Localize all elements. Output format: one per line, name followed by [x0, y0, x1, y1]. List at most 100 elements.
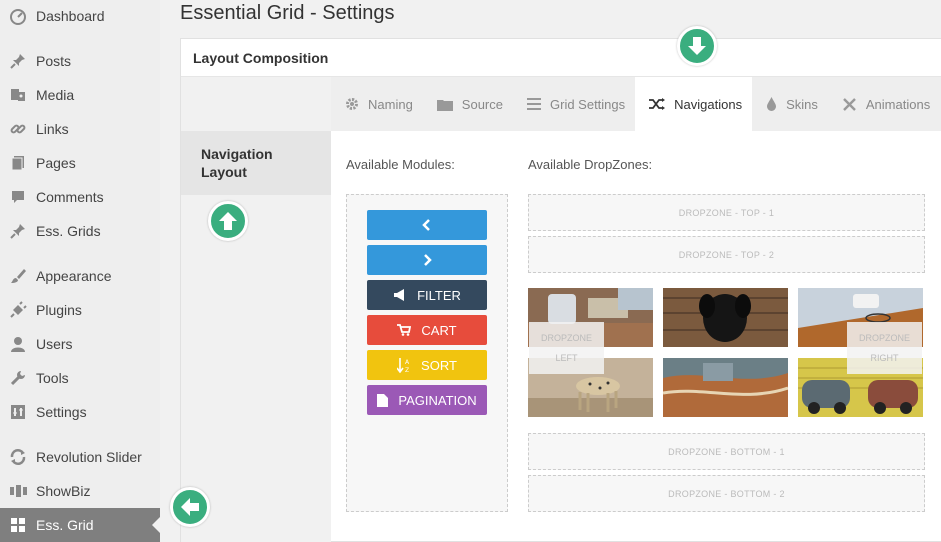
- available-dropzones-label: Available DropZones:: [528, 157, 653, 172]
- sidebar-item-label: Tools: [36, 370, 69, 386]
- sidebar-item-comments[interactable]: Comments: [0, 180, 160, 214]
- sidebar-item-dashboard[interactable]: Dashboard: [0, 0, 160, 33]
- preview-image-boat: [663, 358, 788, 417]
- dropzone-top-2[interactable]: DROPZONE - TOP - 2: [528, 236, 925, 273]
- gear-icon: [345, 97, 359, 111]
- arrow-up-icon: [208, 201, 248, 241]
- sidebar-item-settings[interactable]: Settings: [0, 395, 160, 429]
- tab-skins[interactable]: Skins: [752, 77, 828, 131]
- sidebar-item-label: Comments: [36, 189, 104, 205]
- dropzone-left[interactable]: DROPZONE LEFT: [529, 322, 604, 374]
- sidebar-item-label: Posts: [36, 53, 72, 69]
- module-next-button[interactable]: [367, 245, 487, 275]
- dashboard-icon: [8, 6, 28, 26]
- sidebar-item-ess-grid[interactable]: Ess. Grid: [0, 508, 160, 542]
- comment-icon: [8, 187, 28, 207]
- module-cart-button[interactable]: CART: [367, 315, 487, 345]
- folder-icon: [436, 98, 453, 111]
- module-sort-button[interactable]: AZ SORT: [367, 350, 487, 380]
- dropzone-right[interactable]: DROPZONE RIGHT: [847, 322, 922, 374]
- tab-navigations[interactable]: Navigations: [635, 77, 753, 131]
- chevron-right-icon: [422, 254, 432, 266]
- page-title: Essential Grid - Settings: [180, 2, 395, 24]
- module-label: PAGINATION: [398, 392, 477, 408]
- module-label: SORT: [421, 357, 457, 373]
- tab-label: Animations: [865, 96, 931, 112]
- module-pagination-button[interactable]: PAGINATION: [367, 385, 487, 415]
- modules-container: FILTER CART AZ SORT PAGINATION: [346, 194, 508, 512]
- sidebar-item-label: Ess. Grids: [36, 223, 101, 239]
- tab-label: Naming: [368, 96, 413, 112]
- shuffle-icon: [649, 98, 666, 110]
- sidebar-item-label: Pages: [36, 155, 76, 171]
- sidebar-item-pages[interactable]: Pages: [0, 146, 160, 180]
- tab-source[interactable]: Source: [423, 77, 513, 131]
- sidebar-item-label: Media: [36, 87, 75, 103]
- settings-section-list: Navigation Layout: [181, 77, 331, 542]
- dropzone-bottom-1[interactable]: DROPZONE - BOTTOM - 1: [528, 433, 925, 470]
- drop-icon: [766, 97, 777, 111]
- settings-tabs: Naming Source Grid Settings Navigations …: [331, 77, 941, 131]
- sort-alpha-icon: AZ: [397, 357, 411, 373]
- sidebar-item-posts[interactable]: Posts: [0, 44, 160, 78]
- sidebar-item-label: Settings: [36, 404, 87, 420]
- module-label: CART: [421, 322, 457, 338]
- pages-icon: [8, 153, 28, 173]
- tab-animations[interactable]: Animations: [828, 77, 940, 131]
- wrench-icon: [8, 368, 28, 388]
- sidebar-item-label: Links: [36, 121, 69, 137]
- dropzone-bottom-2[interactable]: DROPZONE - BOTTOM - 2: [528, 475, 925, 512]
- link-icon: [8, 119, 28, 139]
- sidebar-item-showbiz[interactable]: ShowBiz: [0, 474, 160, 508]
- sidebar-item-tools[interactable]: Tools: [0, 361, 160, 395]
- module-prev-button[interactable]: [367, 210, 487, 240]
- sidebar-item-users[interactable]: Users: [0, 327, 160, 361]
- sidebar-item-plugins[interactable]: Plugins: [0, 293, 160, 327]
- brush-icon: [8, 266, 28, 286]
- sidebar-item-ess-grids[interactable]: Ess. Grids: [0, 214, 160, 248]
- tab-naming[interactable]: Naming: [331, 77, 423, 131]
- sidebar-item-revolution-slider[interactable]: Revolution Slider: [0, 440, 160, 474]
- module-label: FILTER: [417, 287, 461, 303]
- admin-sidebar: Dashboard Posts Media Links Pages Commen…: [0, 0, 160, 542]
- dropzone-right-label: RIGHT: [870, 353, 899, 363]
- sidebar-item-label: Plugins: [36, 302, 82, 318]
- chevron-left-icon: [422, 219, 432, 231]
- section-navigation-layout[interactable]: Navigation Layout: [181, 131, 331, 195]
- list-icon: [527, 98, 541, 110]
- grid-icon: [8, 515, 28, 535]
- bullhorn-icon: [393, 289, 407, 301]
- plugin-icon: [8, 300, 28, 320]
- arrow-left-icon: [170, 487, 210, 527]
- sidebar-item-label: Ess. Grid: [36, 517, 94, 533]
- preview-image-dog: [663, 288, 788, 347]
- sidebar-item-label: Dashboard: [36, 8, 105, 24]
- user-icon: [8, 334, 28, 354]
- tab-label: Source: [461, 96, 503, 112]
- sidebar-item-label: Revolution Slider: [36, 449, 142, 465]
- sidebar-item-media[interactable]: Media: [0, 78, 160, 112]
- arrow-down-icon: [677, 26, 717, 66]
- dropzone-left-label: LEFT: [555, 353, 578, 363]
- sidebar-item-links[interactable]: Links: [0, 112, 160, 146]
- tab-label: Navigations: [674, 96, 743, 112]
- dropzone-top-1[interactable]: DROPZONE - TOP - 1: [528, 194, 925, 231]
- pin-icon: [8, 221, 28, 241]
- tab-label: Skins: [786, 96, 818, 112]
- module-filter-button[interactable]: FILTER: [367, 280, 487, 310]
- tab-grid-settings[interactable]: Grid Settings: [513, 77, 635, 131]
- media-icon: [8, 85, 28, 105]
- pin-icon: [8, 51, 28, 71]
- sidebar-item-appearance[interactable]: Appearance: [0, 259, 160, 293]
- dropzone-left-label: DROPZONE: [540, 333, 592, 343]
- sidebar-item-label: Appearance: [36, 268, 112, 284]
- svg-text:Z: Z: [405, 367, 409, 373]
- file-icon: [377, 393, 389, 407]
- tools-icon: [842, 97, 857, 112]
- cart-icon: [397, 324, 412, 336]
- tab-label: Grid Settings: [550, 96, 626, 112]
- svg-text:A: A: [405, 359, 410, 366]
- available-modules-label: Available Modules:: [346, 157, 455, 172]
- sidebar-item-label: Users: [36, 336, 73, 352]
- panel-header: Layout Composition: [181, 39, 941, 77]
